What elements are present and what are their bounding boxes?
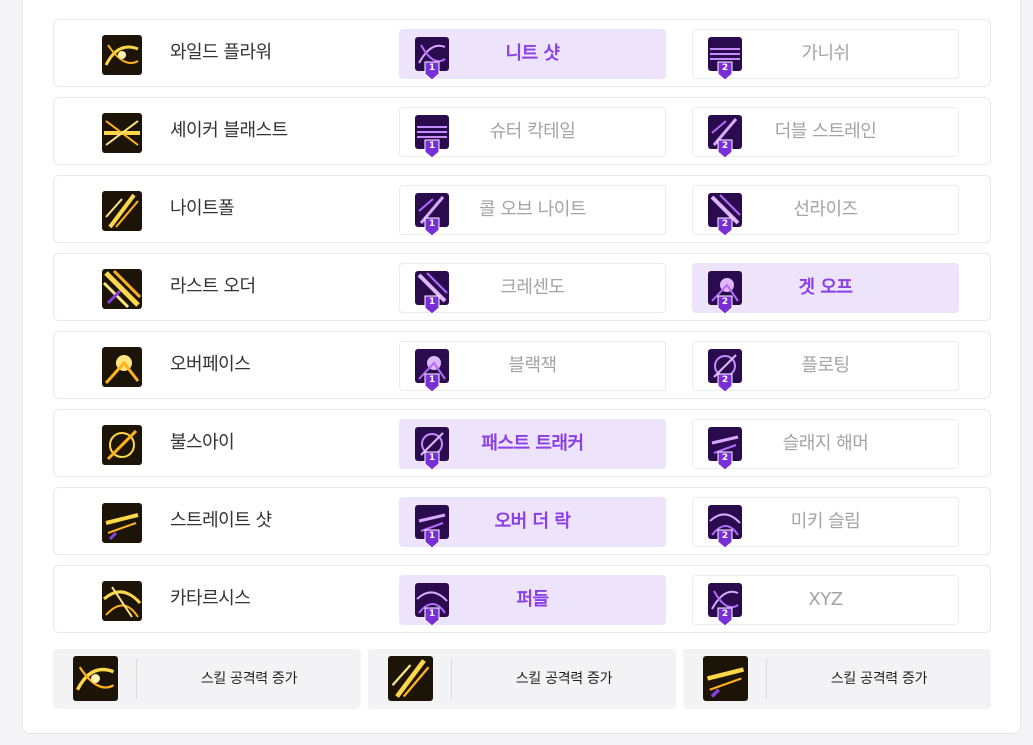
tripod-option-label: 니트 샷 (505, 43, 560, 64)
skill-row: 스트레이트 샷 1 오버 더 락 2 미키 슬림 (53, 487, 991, 555)
skill-row: 카타르시스 1 퍼들 2 XYZ (53, 565, 991, 633)
tripod-option-1[interactable]: 1콜 오브 나이트 (399, 185, 666, 237)
skill-damage-boost-icon (388, 656, 433, 701)
skill-row: 불스아이 1 패스트 트래커 2 슬래지 해머 (53, 409, 991, 477)
tripod-option-2[interactable]: 2 플로팅 (692, 341, 959, 393)
gold-swirl-skill-icon (102, 35, 142, 75)
gold-slash-skill-icon (102, 191, 142, 231)
tripod-option-1[interactable]: 1 패스트 트래커 (399, 419, 666, 471)
skill-row: 와일드 플라워 1 니트 샷 2 가니쉬 (53, 19, 991, 87)
tripod-option-label: 크레센도 (500, 277, 565, 298)
tripod-option-label: 슬래지 해머 (782, 433, 869, 454)
tripod-option-label: 슈터 칵테일 (489, 121, 576, 142)
tripod-option-label: XYZ (808, 589, 843, 610)
tripod-option-label: 겟 오프 (798, 277, 853, 298)
skill-row: 나이트폴 1 콜 오브 나이트 2 선라이즈 (53, 175, 991, 243)
gold-stripes-skill-icon (102, 269, 142, 309)
gold-catharsis-skill-icon (102, 581, 142, 621)
tripod-option-label: 오버 더 락 (494, 511, 571, 532)
tripod-option-label: 더블 스트레인 (774, 121, 877, 142)
tripod-option-2[interactable]: 2 XYZ (692, 575, 959, 627)
skill-damage-boost-icon (703, 656, 748, 701)
tripod-option-label: 퍼들 (516, 589, 549, 610)
tripod-option-2[interactable]: 2 슬래지 해머 (692, 419, 959, 471)
skill-row: 오버페이스 1 블랙잭 2 플로팅 (53, 331, 991, 399)
skill-panel: 와일드 플라워 1 니트 샷 2 가니쉬셰이커 블래스트 1 슈터 칵테일 2 더블 스트레인나… (22, 0, 1021, 734)
tripod-option-1[interactable]: 1 슈터 칵테일 (399, 107, 666, 159)
tripod-option-2[interactable]: 2 미키 슬림 (692, 497, 959, 549)
tripod-option-1[interactable]: 1 크레센도 (399, 263, 666, 315)
tripod-option-1[interactable]: 1 니트 샷 (399, 29, 666, 81)
skill-name: 불스아이 (170, 432, 235, 453)
gold-burst-skill-icon (102, 113, 142, 153)
tripod-option-label: 가니쉬 (801, 43, 850, 64)
tripod-option-label: 플로팅 (801, 355, 850, 376)
tripod-option-label: 패스트 트래커 (481, 433, 584, 454)
skill-name: 와일드 플라워 (170, 42, 272, 63)
skill-name: 나이트폴 (170, 198, 235, 219)
skill-row: 셰이커 블래스트 1 슈터 칵테일 2 더블 스트레인 (53, 97, 991, 165)
skill-row: 라스트 오더 1 크레센도 2 겟 오프 (53, 253, 991, 321)
tripod-option-label: 콜 오브 나이트 (479, 199, 586, 220)
tripod-option-label: 미키 슬림 (790, 511, 861, 532)
skill-name: 셰이커 블래스트 (170, 120, 288, 141)
skill-damage-boost-icon (73, 656, 118, 701)
tripod-option-label: 블랙잭 (508, 355, 557, 376)
tripod-option-1[interactable]: 1 블랙잭 (399, 341, 666, 393)
tripod-option-2[interactable]: 2겟 오프 (692, 263, 959, 315)
skill-list: 와일드 플라워 1 니트 샷 2 가니쉬셰이커 블래스트 1 슈터 칵테일 2 더블 스트레인나… (53, 19, 991, 643)
tripod-option-1[interactable]: 1 오버 더 락 (399, 497, 666, 549)
skill-boost-card: 스킬 공격력 증가 (53, 649, 361, 709)
boost-label: 스킬 공격력 증가 (515, 671, 613, 687)
tripod-option-2[interactable]: 2 선라이즈 (692, 185, 959, 237)
boost-label: 스킬 공격력 증가 (830, 671, 928, 687)
skill-name: 라스트 오더 (170, 276, 256, 297)
boost-list: 스킬 공격력 증가 스킬 공격력 증가 스킬 공격력 증가 (53, 649, 991, 709)
gold-shot-skill-icon (102, 503, 142, 543)
gold-flare-skill-icon (102, 347, 142, 387)
tripod-option-1[interactable]: 1 퍼들 (399, 575, 666, 627)
skill-boost-card: 스킬 공격력 증가 (683, 649, 991, 709)
skill-name: 카타르시스 (170, 588, 251, 609)
skill-boost-card: 스킬 공격력 증가 (368, 649, 676, 709)
tripod-option-2[interactable]: 2 가니쉬 (692, 29, 959, 81)
tripod-option-label: 선라이즈 (793, 199, 858, 220)
tripod-option-2[interactable]: 2 더블 스트레인 (692, 107, 959, 159)
gold-target-skill-icon (102, 425, 142, 465)
boost-label: 스킬 공격력 증가 (200, 671, 298, 687)
skill-name: 오버페이스 (170, 354, 251, 375)
skill-name: 스트레이트 샷 (170, 510, 272, 531)
